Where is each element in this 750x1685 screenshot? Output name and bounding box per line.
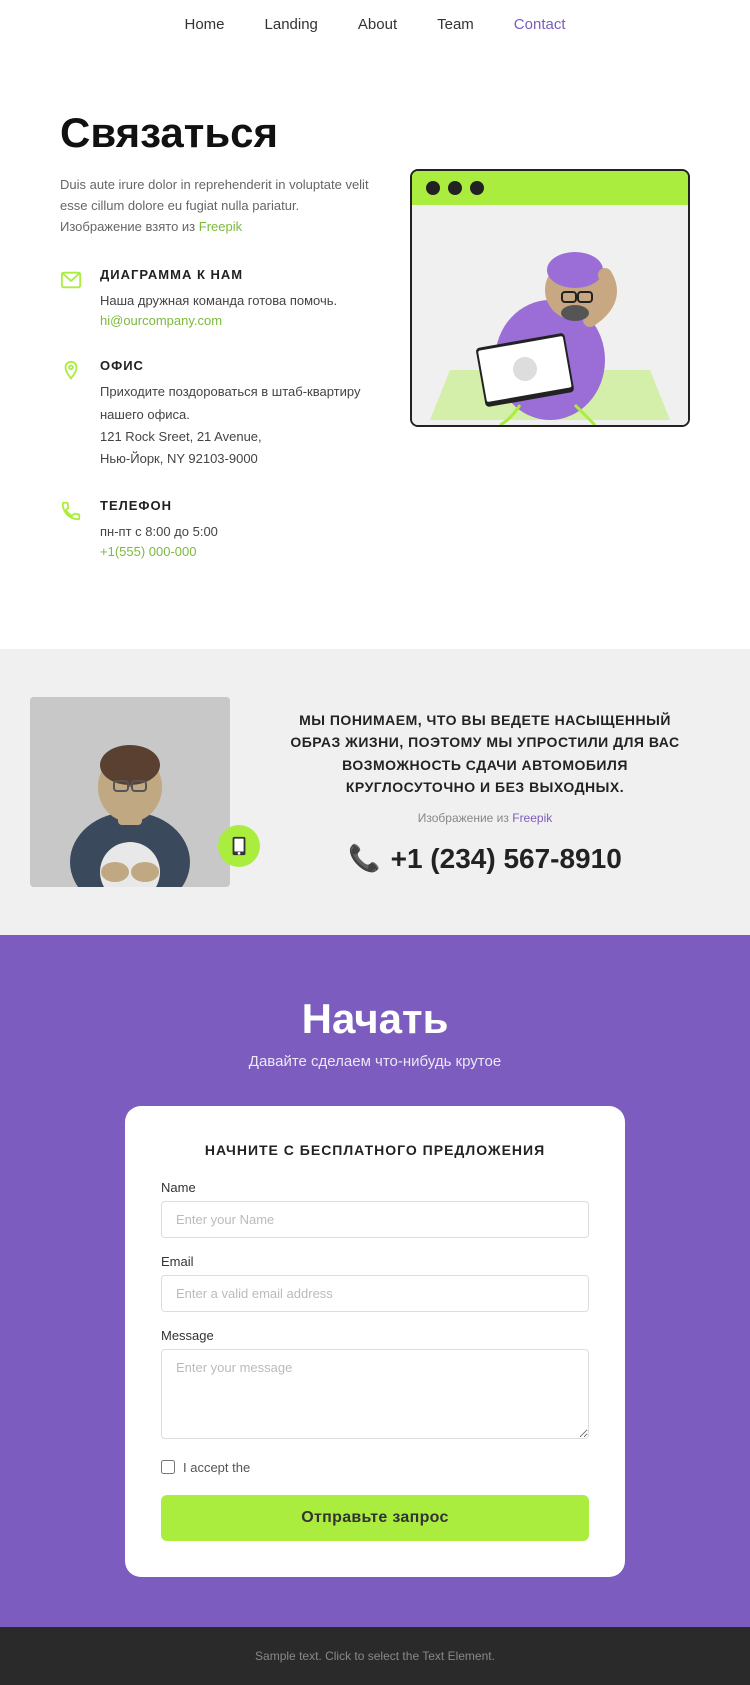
office-text: Приходите поздороваться в штаб-квартиру … bbox=[100, 381, 370, 469]
form-card: НАЧНИТЕ С БЕСПЛАТНОГО ПРЕДЛОЖЕНИЯ Name E… bbox=[125, 1106, 625, 1577]
cta-freepik-link[interactable]: Freepik bbox=[512, 811, 552, 825]
contact-email-item: ДИАГРАММА К НАМ Наша дружная команда гот… bbox=[60, 267, 370, 330]
email-input[interactable] bbox=[161, 1275, 589, 1312]
nav-home[interactable]: Home bbox=[185, 16, 225, 33]
browser-bar bbox=[412, 171, 688, 205]
email-text: Наша дружная команда готова помочь. bbox=[100, 290, 337, 312]
contact-office-item: ОФИС Приходите поздороваться в штаб-квар… bbox=[60, 358, 370, 469]
contact-phone-item: ТЕЛЕФОН пн-пт с 8:00 до 5:00 +1(555) 000… bbox=[60, 498, 370, 561]
browser-dot-1 bbox=[426, 181, 440, 195]
page-title: Связаться bbox=[60, 109, 370, 157]
contact-info: Связаться Duis aute irure dolor in repre… bbox=[60, 109, 370, 589]
purple-heading: Начать bbox=[302, 995, 449, 1043]
email-link[interactable]: hi@ourcompany.com bbox=[100, 313, 222, 328]
cta-banner-section: МЫ ПОНИМАЕМ, ЧТО ВЫ ВЕДЕТЕ НАСЫЩЕННЫЙ ОБ… bbox=[0, 649, 750, 935]
browser-window bbox=[410, 169, 690, 427]
cta-image-credit: Изображение из Freepik bbox=[280, 811, 690, 825]
form-title: НАЧНИТЕ С БЕСПЛАТНОГО ПРЕДЛОЖЕНИЯ bbox=[161, 1142, 589, 1158]
footer: Sample text. Click to select the Text El… bbox=[0, 1627, 750, 1685]
cta-main-text: МЫ ПОНИМАЕМ, ЧТО ВЫ ВЕДЕТЕ НАСЫЩЕННЫЙ ОБ… bbox=[280, 709, 690, 799]
browser-dot-2 bbox=[448, 181, 462, 195]
freepik-link[interactable]: Freepik bbox=[199, 219, 242, 234]
footer-text: Sample text. Click to select the Text El… bbox=[22, 1649, 728, 1663]
browser-dot-3 bbox=[470, 181, 484, 195]
name-field-group: Name bbox=[161, 1180, 589, 1238]
submit-button[interactable]: Отправьте запрос bbox=[161, 1495, 589, 1541]
message-input[interactable] bbox=[161, 1349, 589, 1439]
cta-image-block bbox=[30, 697, 250, 887]
purple-section: Начать Давайте сделаем что-нибудь крутое… bbox=[0, 935, 750, 1627]
cta-phone-number[interactable]: +1 (234) 567-8910 bbox=[391, 843, 622, 875]
message-field-group: Message bbox=[161, 1328, 589, 1444]
phone-icon bbox=[60, 500, 86, 526]
person-illustration bbox=[420, 210, 680, 425]
email-field-group: Email bbox=[161, 1254, 589, 1312]
cta-phone: 📞 +1 (234) 567-8910 bbox=[280, 843, 690, 875]
phone-badge bbox=[218, 825, 260, 867]
checkbox-row: I accept the bbox=[161, 1460, 589, 1475]
office-title: ОФИС bbox=[100, 358, 370, 373]
navigation: Home Landing About Team Contact bbox=[0, 0, 750, 49]
nav-team[interactable]: Team bbox=[437, 16, 474, 33]
phone-link[interactable]: +1(555) 000-000 bbox=[100, 544, 197, 559]
message-label: Message bbox=[161, 1328, 589, 1343]
nav-contact[interactable]: Contact bbox=[514, 16, 566, 33]
phone-hours: пн-пт с 8:00 до 5:00 bbox=[100, 521, 218, 543]
contact-illustration bbox=[410, 169, 690, 427]
name-input[interactable] bbox=[161, 1201, 589, 1238]
cta-phone-icon: 📞 bbox=[348, 843, 380, 874]
person-svg bbox=[30, 697, 230, 887]
purple-subtitle: Давайте сделаем что-нибудь крутое bbox=[249, 1053, 501, 1070]
nav-landing[interactable]: Landing bbox=[265, 16, 318, 33]
contact-section: Связаться Duis aute irure dolor in repre… bbox=[0, 49, 750, 649]
person-photo bbox=[30, 697, 230, 887]
browser-body bbox=[412, 205, 688, 425]
accept-checkbox[interactable] bbox=[161, 1460, 175, 1474]
email-title: ДИАГРАММА К НАМ bbox=[100, 267, 337, 282]
nav-about[interactable]: About bbox=[358, 16, 397, 33]
cta-text-block: МЫ ПОНИМАЕМ, ЧТО ВЫ ВЕДЕТЕ НАСЫЩЕННЫЙ ОБ… bbox=[250, 689, 720, 895]
email-label: Email bbox=[161, 1254, 589, 1269]
email-icon bbox=[60, 269, 86, 295]
name-label: Name bbox=[161, 1180, 589, 1195]
accept-label: I accept the bbox=[183, 1460, 250, 1475]
phone-title: ТЕЛЕФОН bbox=[100, 498, 218, 513]
intro-paragraph: Duis aute irure dolor in reprehenderit i… bbox=[60, 175, 370, 237]
location-icon bbox=[60, 360, 86, 386]
